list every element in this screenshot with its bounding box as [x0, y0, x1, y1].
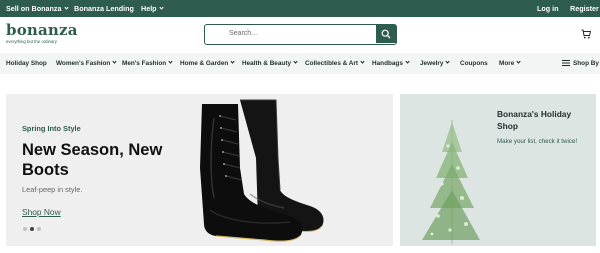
nav-jewelry-label: Jewelry — [420, 60, 444, 67]
menu-icon — [562, 60, 570, 66]
hero-subtitle: Leaf-peep in style. — [22, 185, 83, 194]
chevron-down-icon — [516, 59, 521, 64]
help-menu[interactable]: Help — [141, 4, 164, 13]
christmas-tree-image — [422, 120, 480, 244]
carousel-dot-active[interactable] — [30, 227, 34, 231]
search-bar[interactable]: Search... — [204, 24, 397, 45]
nav-holiday-shop[interactable]: Holiday Shop — [6, 60, 47, 67]
carousel-indicators — [23, 227, 41, 231]
nav-health-beauty-label: Health & Beauty — [242, 60, 292, 67]
nav-collectibles-art[interactable]: Collectibles & Art — [305, 59, 365, 67]
chevron-down-icon — [360, 59, 365, 64]
chevron-down-icon — [112, 59, 117, 64]
nav-more[interactable]: More — [499, 59, 521, 67]
nav-jewelry[interactable]: Jewelry — [420, 59, 451, 67]
search-input[interactable]: Search... — [229, 30, 257, 37]
carousel-dot[interactable] — [23, 227, 27, 231]
nav-home-garden-label: Home & Garden — [180, 60, 229, 67]
nav-womens-fashion-label: Women's Fashion — [56, 60, 111, 67]
holiday-shop-promo[interactable]: Bonanza's Holiday Shop Make your list, c… — [400, 94, 596, 246]
login-link[interactable]: Log in — [537, 4, 559, 13]
nav-handbags-label: Handbags — [372, 60, 403, 67]
chevron-down-icon — [168, 59, 173, 64]
bonanza-lending-link[interactable]: Bonanza Lending — [74, 4, 134, 13]
nav-more-label: More — [499, 60, 515, 67]
register-link[interactable]: Register — [570, 4, 599, 13]
nav-home-garden[interactable]: Home & Garden — [180, 59, 235, 67]
help-label: Help — [141, 4, 157, 13]
chevron-down-icon — [230, 59, 235, 64]
nav-handbags[interactable]: Handbags — [372, 59, 410, 67]
chevron-down-icon — [445, 59, 451, 64]
nav-womens-fashion[interactable]: Women's Fashion — [56, 59, 117, 67]
hero-title: New Season, New Boots — [22, 141, 163, 179]
cart-icon[interactable] — [581, 29, 591, 39]
hero-eyebrow: Spring Into Style — [22, 124, 81, 133]
chevron-down-icon — [158, 5, 164, 10]
top-utility-bar: Sell on Bonanza Bonanza Lending Help Log… — [0, 0, 600, 17]
category-nav: Holiday Shop Women's Fashion Men's Fashi… — [0, 53, 600, 74]
logo-tagline: everything but the ordinary — [6, 39, 57, 44]
chevron-down-icon — [405, 59, 410, 64]
nav-health-beauty[interactable]: Health & Beauty — [242, 59, 298, 67]
nav-mens-fashion-label: Men's Fashion — [122, 60, 167, 67]
bonanza-logo[interactable]: bonanza everything but the ordinary — [6, 21, 78, 45]
sell-on-bonanza-menu[interactable]: Sell on Bonanza — [6, 4, 69, 13]
nav-coupons[interactable]: Coupons — [460, 60, 488, 67]
shop-by-menu[interactable]: Shop By — [562, 60, 599, 67]
sell-on-bonanza-label: Sell on Bonanza — [6, 4, 62, 13]
promo-subtitle: Make your list, check it twice! — [497, 138, 578, 145]
search-icon — [381, 29, 391, 39]
chevron-down-icon — [293, 59, 298, 64]
nav-collectibles-art-label: Collectibles & Art — [305, 60, 359, 67]
nav-mens-fashion[interactable]: Men's Fashion — [122, 59, 173, 67]
search-button[interactable] — [376, 25, 396, 43]
carousel-dot[interactable] — [37, 227, 41, 231]
promo-title: Bonanza's Holiday Shop — [497, 109, 572, 131]
hero-banner[interactable]: Spring Into Style New Season, New Boots … — [6, 94, 393, 246]
shop-now-link[interactable]: Shop Now — [22, 207, 61, 217]
black-boots-image — [200, 99, 324, 242]
site-header: bonanza everything but the ordinary Sear… — [0, 17, 600, 53]
shop-by-label: Shop By — [573, 60, 599, 67]
chevron-down-icon — [63, 5, 69, 10]
logo-wordmark: bonanza — [6, 21, 78, 39]
